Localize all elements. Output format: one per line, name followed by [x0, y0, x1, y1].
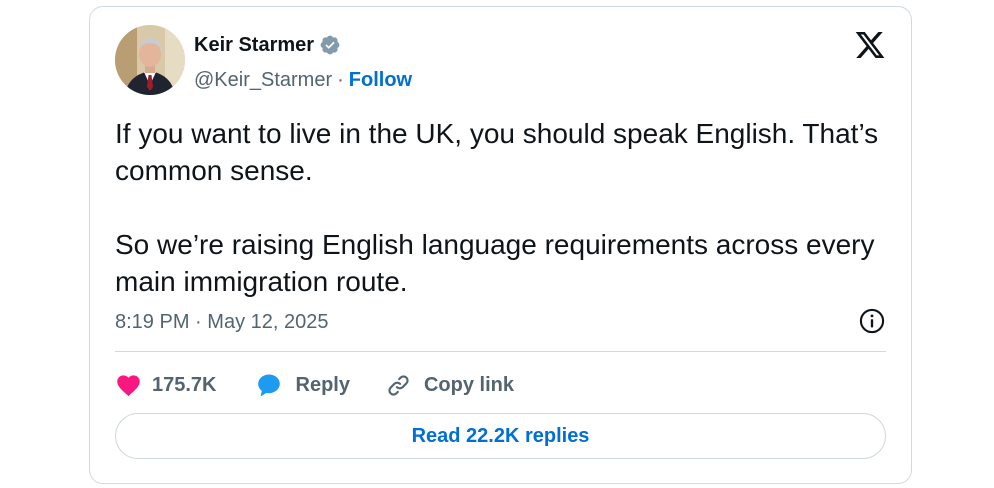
tweet-paragraph: So we’re raising English language requir… — [115, 229, 875, 297]
link-icon — [388, 374, 409, 396]
author-name-row: Keir Starmer — [194, 32, 341, 58]
like-button[interactable]: 175.7K — [115, 372, 217, 399]
copy-link-label: Copy link — [423, 373, 514, 396]
divider — [115, 351, 886, 352]
tweet-embed-card: Keir Starmer @Keir_Starmer · Follow If y… — [89, 6, 912, 484]
follow-button[interactable]: Follow — [349, 67, 412, 93]
tweet-timestamp[interactable]: 8:19 PM · May 12, 2025 — [115, 309, 328, 335]
heart-icon — [117, 374, 140, 396]
info-icon[interactable] — [858, 307, 886, 335]
tweet-paragraph: If you want to live in the UK, you shoul… — [115, 118, 879, 186]
author-name[interactable]: Keir Starmer — [194, 32, 314, 58]
x-logo-icon[interactable] — [854, 29, 886, 61]
reply-button[interactable]: Reply — [255, 371, 350, 399]
reply-label: Reply — [295, 373, 350, 396]
author-avatar[interactable] — [115, 25, 185, 95]
author-handle[interactable]: @Keir_Starmer — [194, 67, 332, 93]
copy-link-button[interactable]: Copy link — [385, 372, 514, 399]
avatar-photo — [115, 25, 185, 95]
author-handle-row: @Keir_Starmer · Follow — [194, 67, 412, 93]
tweet-date: May 12, 2025 — [207, 311, 329, 333]
tweet-text: If you want to live in the UK, you shoul… — [115, 115, 885, 300]
speech-bubble-icon — [257, 374, 280, 397]
tweet-actions: 175.7K Reply Copy link — [115, 367, 514, 403]
timestamp-separator: · — [195, 311, 202, 333]
read-replies-button[interactable]: Read 22.2K replies — [115, 413, 886, 459]
tweet-time: 8:19 PM — [115, 311, 190, 333]
handle-separator: · — [337, 69, 344, 91]
read-replies-label: Read 22.2K replies — [411, 424, 590, 447]
verified-badge-icon — [319, 34, 341, 56]
likes-count: 175.7K — [152, 373, 217, 396]
